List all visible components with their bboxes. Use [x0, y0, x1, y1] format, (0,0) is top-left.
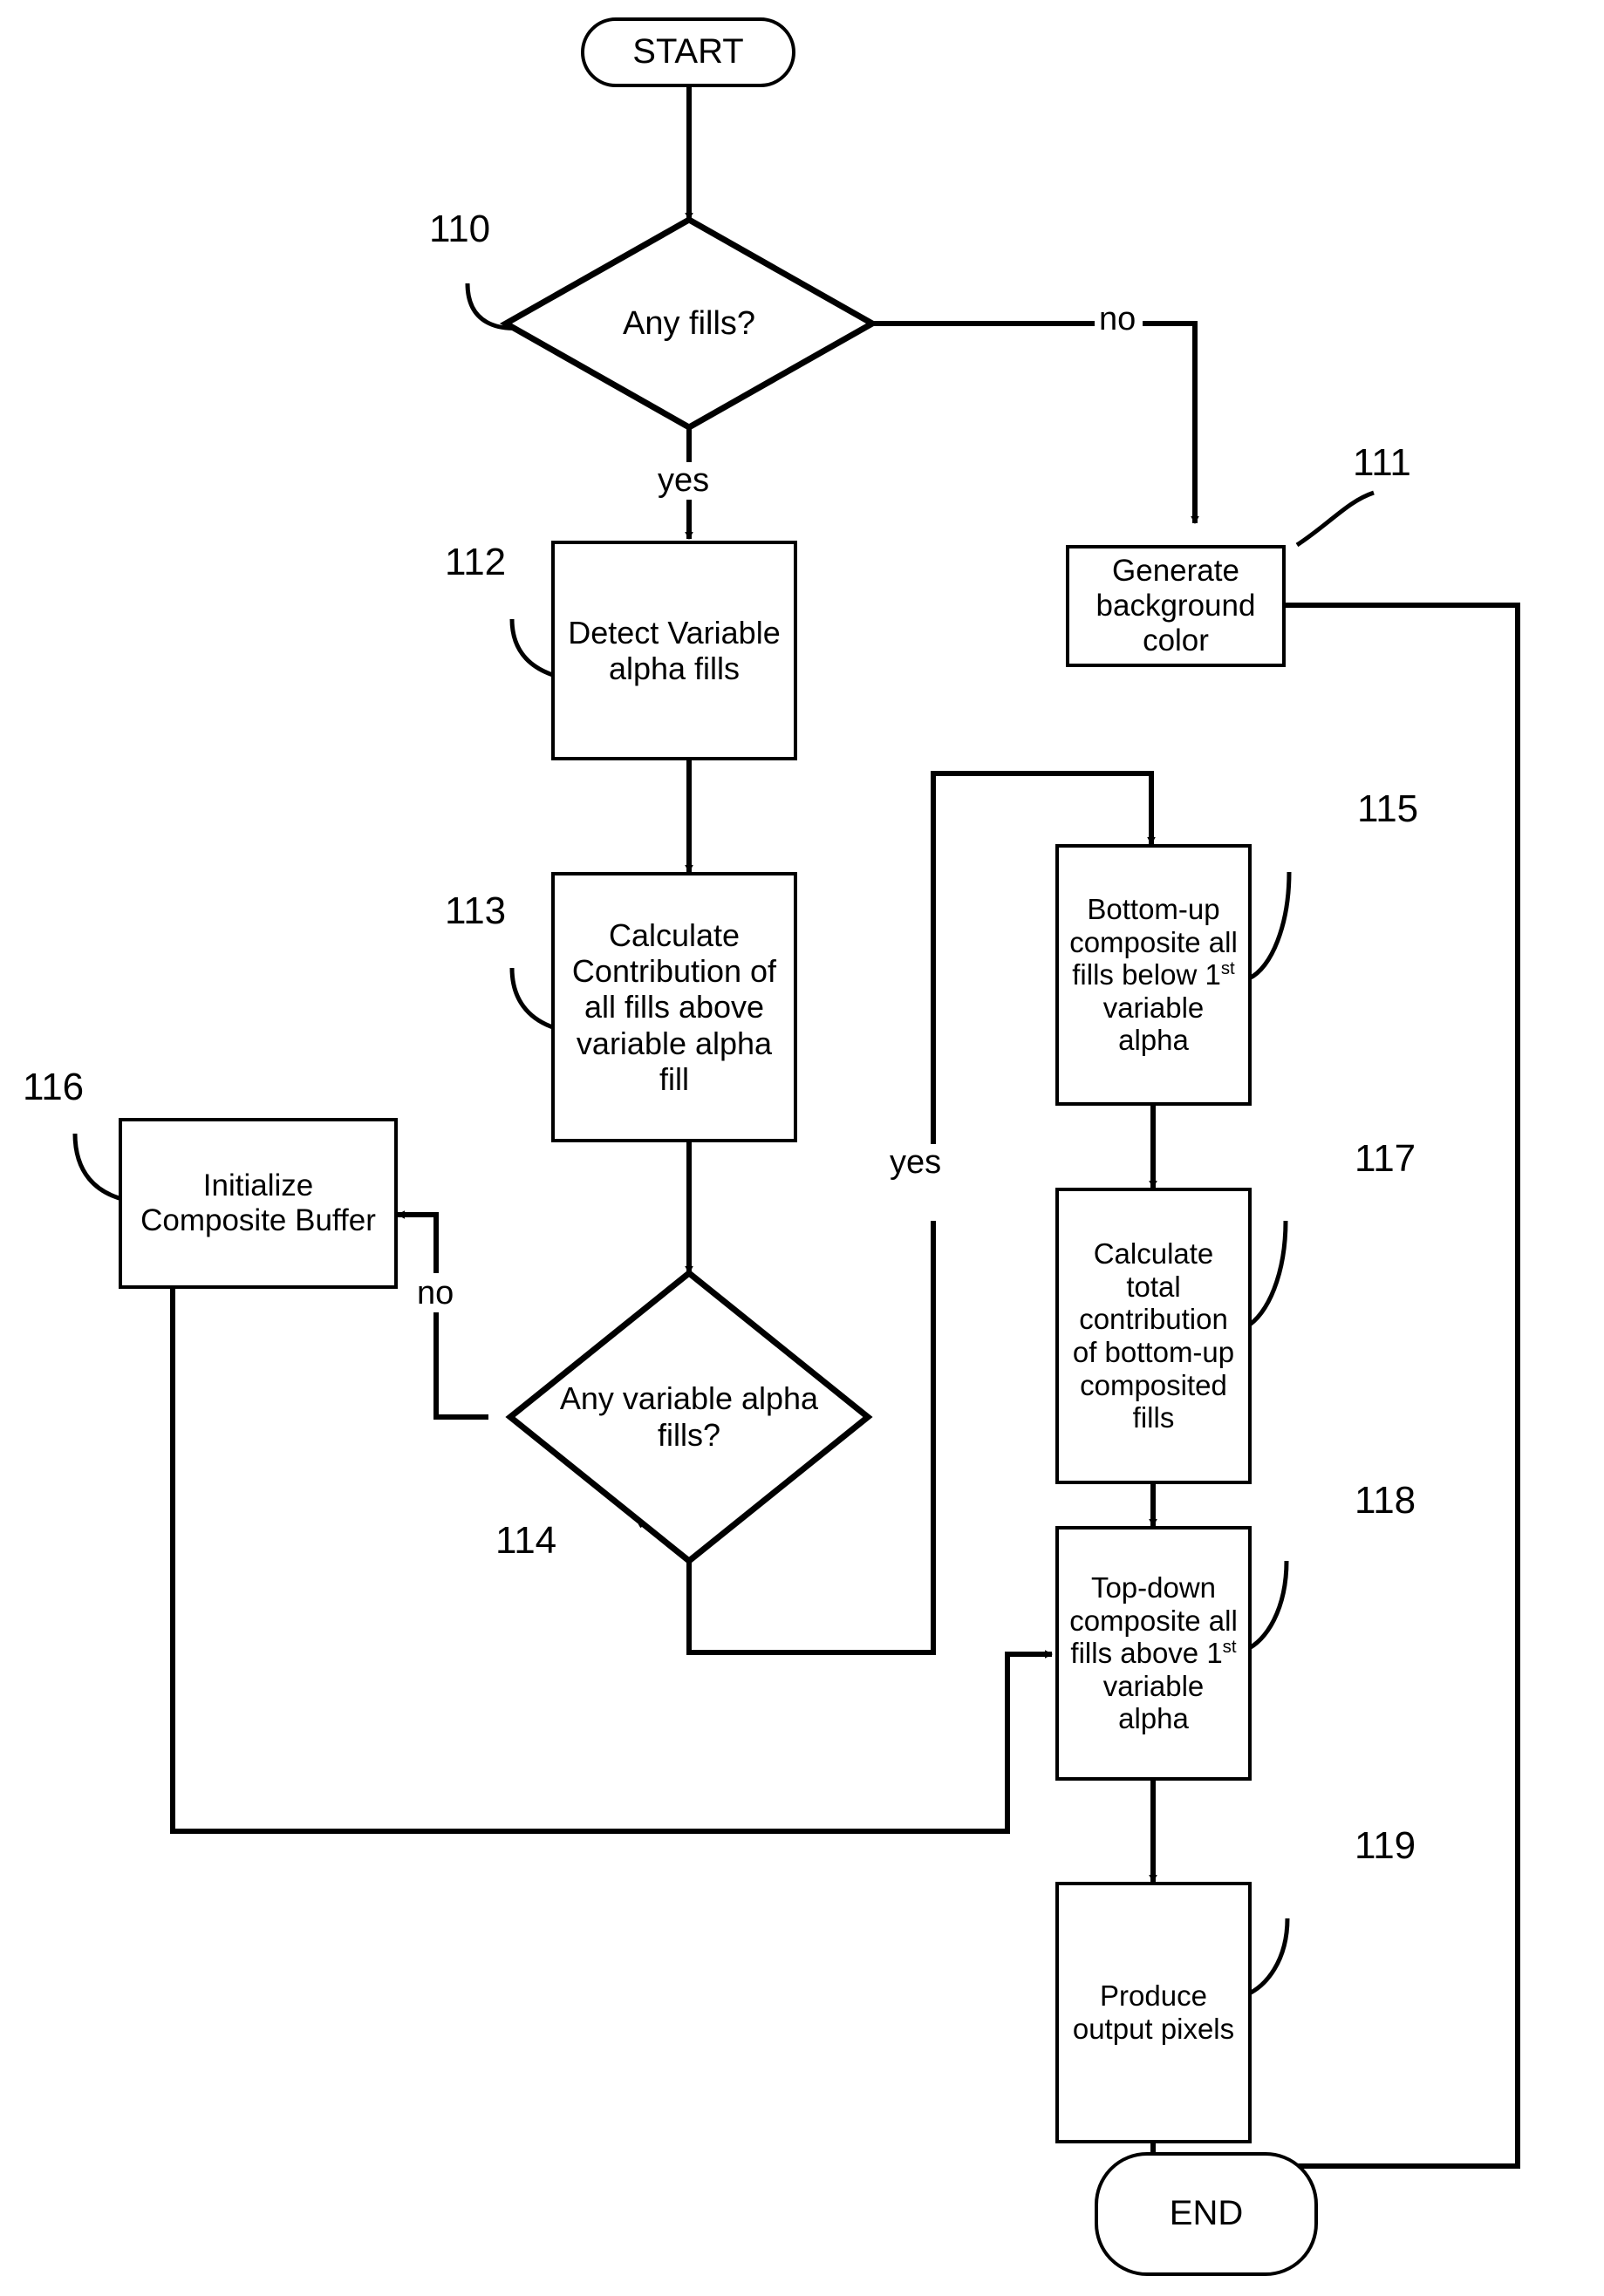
- leader-118: [1244, 1560, 1289, 1652]
- ref-number-114: 114: [495, 1519, 557, 1562]
- node-bottom-up-composite[interactable]: Bottom-up composite all fills below 1st …: [1055, 844, 1252, 1106]
- node-produce-output-pixels-label: Produce output pixels: [1072, 1979, 1235, 2045]
- node-end[interactable]: END: [1095, 2152, 1318, 2276]
- node-start-label: START: [632, 32, 744, 72]
- edge-label-d110-no: no: [1095, 301, 1140, 338]
- node-initialize-composite-buffer[interactable]: Initialize Composite Buffer: [119, 1118, 398, 1289]
- node-bottom-up-composite-text-pre: Bottom-up composite all fills below 1: [1069, 892, 1238, 991]
- node-detect-variable-alpha-fills[interactable]: Detect Variable alpha fills: [551, 541, 797, 760]
- leader-115: [1247, 871, 1292, 981]
- node-decision-any-variable-alpha-fills-label: Any variable alpha fills?: [559, 1380, 819, 1453]
- node-initialize-composite-buffer-label: Initialize Composite Buffer: [140, 1168, 376, 1237]
- node-bottom-up-composite-text-sup: st: [1220, 958, 1235, 979]
- node-top-down-composite-text-sup: st: [1222, 1637, 1237, 1658]
- ref-number-111: 111: [1353, 441, 1411, 484]
- node-generate-background-color[interactable]: Generate background color: [1066, 545, 1286, 667]
- ref-number-110: 110: [429, 208, 491, 250]
- node-detect-variable-alpha-fills-label: Detect Variable alpha fills: [568, 614, 781, 686]
- ref-number-117: 117: [1355, 1137, 1416, 1180]
- node-calculate-total-contribution[interactable]: Calculate total contribution of bottom-u…: [1055, 1188, 1252, 1484]
- node-produce-output-pixels[interactable]: Produce output pixels: [1055, 1882, 1252, 2143]
- node-top-down-composite-text-post: variable alpha: [1102, 1669, 1205, 1735]
- ref-number-118: 118: [1355, 1479, 1416, 1522]
- node-generate-background-color-label: Generate background color: [1095, 554, 1256, 657]
- flowchart-canvas: START Any fills? Generate background col…: [0, 0, 1604, 2296]
- edge-d110-no-to-b111: [1143, 321, 1199, 525]
- node-top-down-composite-text-pre: Top-down composite all fills above 1: [1069, 1570, 1238, 1670]
- node-bottom-up-composite-label: Bottom-up composite all fills below 1st …: [1064, 893, 1243, 1057]
- leader-119: [1244, 1918, 1290, 1998]
- ref-number-119: 119: [1355, 1824, 1416, 1867]
- node-calculate-total-contribution-label: Calculate total contribution of bottom-u…: [1072, 1237, 1235, 1434]
- node-decision-any-fills-label: Any fills?: [622, 304, 756, 342]
- leader-111: [1295, 490, 1375, 548]
- ref-number-113: 113: [445, 889, 507, 932]
- node-top-down-composite-label: Top-down composite all fills above 1st v…: [1064, 1571, 1243, 1735]
- node-top-down-composite[interactable]: Top-down composite all fills above 1st v…: [1055, 1526, 1252, 1781]
- ref-number-115: 115: [1357, 787, 1419, 830]
- edge-label-d110-yes: yes: [654, 462, 713, 500]
- node-decision-any-fills[interactable]: Any fills?: [506, 220, 872, 427]
- edge-label-d114-yes: yes: [886, 1144, 945, 1182]
- node-calculate-contribution[interactable]: Calculate Contribution of all fills abov…: [551, 872, 797, 1142]
- ref-number-116: 116: [23, 1066, 85, 1108]
- edge-d114-no-to-b116: [396, 1210, 439, 1273]
- ref-number-112: 112: [445, 541, 507, 583]
- node-start[interactable]: START: [581, 17, 795, 87]
- node-calculate-contribution-label: Calculate Contribution of all fills abov…: [571, 917, 777, 1097]
- node-end-label: END: [1169, 2194, 1244, 2233]
- node-bottom-up-composite-text-post: variable alpha: [1102, 991, 1205, 1057]
- node-decision-any-variable-alpha-fills[interactable]: Any variable alpha fills?: [510, 1273, 868, 1561]
- edge-d114-no-a: [433, 1308, 488, 1420]
- edge-label-d114-no: no: [413, 1275, 458, 1312]
